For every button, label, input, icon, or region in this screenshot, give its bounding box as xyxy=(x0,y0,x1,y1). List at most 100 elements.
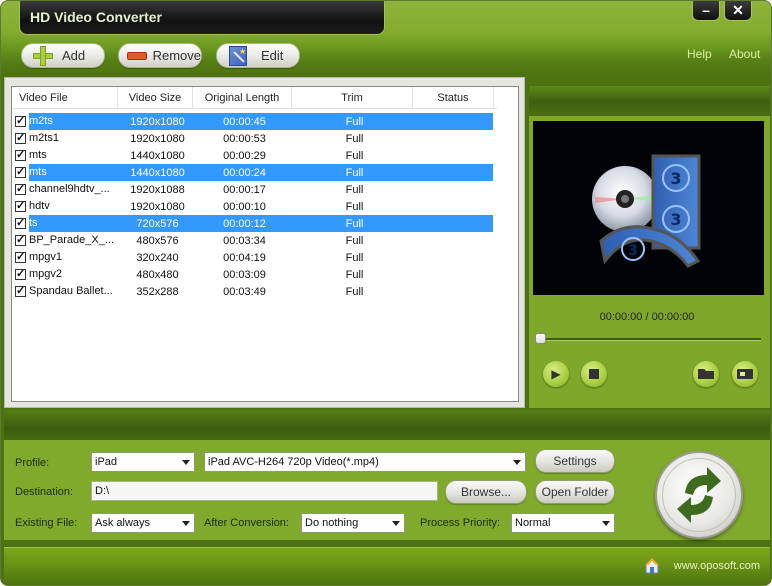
file-row[interactable]: hdtv 1920x1080 00:00:10 Full xyxy=(12,198,497,215)
camera-icon xyxy=(737,369,753,379)
row-checkbox[interactable] xyxy=(15,250,26,263)
row-checkbox[interactable] xyxy=(15,199,26,212)
video-size-cell: 352x288 xyxy=(136,285,179,298)
destination-input[interactable]: D:\ xyxy=(91,481,438,501)
profile-format-select[interactable]: iPad AVC-H264 720p Video(*.mp4) xyxy=(204,452,526,472)
convert-arrows-icon xyxy=(677,467,721,523)
file-row[interactable]: Spandau Ballet... 352x288 00:03:49 Full xyxy=(12,283,497,300)
file-row[interactable]: ts 720x576 00:00:12 Full xyxy=(12,215,497,232)
minimize-button[interactable]: – xyxy=(692,1,720,21)
video-size-cell: 480x480 xyxy=(136,268,179,281)
add-button[interactable]: Add xyxy=(21,43,105,68)
video-size-cell: 1920x1080 xyxy=(130,200,185,213)
profile-device-select[interactable]: iPad xyxy=(91,452,195,472)
trim-cell: Full xyxy=(345,234,364,247)
edit-wand-icon: ★ xyxy=(227,45,249,66)
row-checkbox[interactable] xyxy=(15,114,26,127)
browse-button[interactable]: Browse... xyxy=(445,480,527,504)
stop-button[interactable] xyxy=(581,361,607,387)
trim-cell: Full xyxy=(345,115,364,128)
video-size-cell: 320x240 xyxy=(136,251,179,264)
title-bar[interactable]: HD Video Converter xyxy=(19,1,385,35)
edit-button[interactable]: ★ Edit xyxy=(216,43,300,68)
process-priority-select[interactable]: Normal xyxy=(511,513,615,533)
close-button[interactable]: ✕ xyxy=(724,1,752,21)
column-header-video-size[interactable]: Video Size xyxy=(118,87,193,109)
original-length-cell: 00:03:49 xyxy=(223,285,266,298)
existing-file-value: Ask always xyxy=(95,517,151,529)
file-rows: m2ts 1920x1080 00:00:45 Full m2ts1 1920x1080 0… xyxy=(12,113,497,300)
row-checkbox[interactable] xyxy=(15,267,26,280)
trim-cell: Full xyxy=(345,285,364,298)
trim-cell: Full xyxy=(345,132,364,145)
process-priority-label: Process Priority: xyxy=(420,517,501,529)
chevron-down-icon xyxy=(182,521,190,526)
chevron-down-icon xyxy=(392,521,400,526)
original-length-cell: 00:00:45 xyxy=(223,115,266,128)
row-checkbox[interactable] xyxy=(15,165,26,178)
app-window: HD Video Converter – ✕ Add Remove ★ Edit… xyxy=(0,0,772,586)
play-button[interactable]: ▶ xyxy=(543,361,569,387)
section-divider xyxy=(4,410,770,440)
file-row[interactable]: m2ts 1920x1080 00:00:45 Full xyxy=(12,113,497,130)
website-link[interactable]: www.oposoft.com xyxy=(674,560,760,572)
snapshot-button[interactable] xyxy=(732,361,758,387)
plus-icon xyxy=(32,45,54,66)
original-length-cell: 00:03:09 xyxy=(223,268,266,281)
trim-cell: Full xyxy=(345,183,364,196)
about-link[interactable]: About xyxy=(729,47,760,61)
preview-header xyxy=(529,86,770,116)
file-name-cell: m2ts xyxy=(29,115,53,127)
row-checkbox[interactable] xyxy=(15,148,26,161)
file-name-cell: mpgv2 xyxy=(29,268,63,280)
trim-cell: Full xyxy=(345,217,364,230)
video-size-cell: 480x576 xyxy=(136,234,179,247)
file-row[interactable]: mpgv2 480x480 00:03:09 Full xyxy=(12,266,497,283)
file-row[interactable]: mpgv1 320x240 00:04:19 Full xyxy=(12,249,497,266)
row-checkbox[interactable] xyxy=(15,216,26,229)
trim-cell: Full xyxy=(345,251,364,264)
seek-slider[interactable] xyxy=(539,338,761,341)
file-row[interactable]: m2ts1 1920x1080 00:00:53 Full xyxy=(12,130,497,147)
column-header-trim[interactable]: Trim xyxy=(292,87,413,109)
open-folder-button[interactable]: Open Folder xyxy=(535,480,615,504)
settings-button[interactable]: Settings xyxy=(535,449,615,473)
row-checkbox[interactable] xyxy=(15,182,26,195)
original-length-cell: 00:00:24 xyxy=(223,166,266,179)
video-size-cell: 1920x1080 xyxy=(130,132,185,145)
row-checkbox[interactable] xyxy=(15,233,26,246)
file-row[interactable]: channel9hdtv_... 1920x1088 00:00:17 Full xyxy=(12,181,497,198)
play-icon: ▶ xyxy=(551,367,561,381)
row-checkbox[interactable] xyxy=(15,131,26,144)
original-length-cell: 00:00:12 xyxy=(223,217,266,230)
file-row[interactable]: BP_Parade_X_... 480x576 00:03:34 Full xyxy=(12,232,497,249)
chevron-down-icon xyxy=(602,521,610,526)
original-length-cell: 00:00:53 xyxy=(223,132,266,145)
file-row[interactable]: mts 1440x1080 00:00:24 Full xyxy=(12,164,497,181)
open-output-folder-button[interactable] xyxy=(693,361,719,387)
seek-slider-thumb[interactable] xyxy=(535,333,546,344)
file-name-cell: BP_Parade_X_... xyxy=(29,234,115,246)
video-size-cell: 1920x1080 xyxy=(130,115,185,128)
process-priority-value: Normal xyxy=(515,517,551,529)
svg-text:3: 3 xyxy=(628,243,638,259)
after-conversion-select[interactable]: Do nothing xyxy=(301,513,405,533)
row-checkbox[interactable] xyxy=(15,284,26,297)
file-name-cell: ts xyxy=(29,217,38,229)
remove-button[interactable]: Remove xyxy=(118,43,202,68)
column-header-original-length[interactable]: Original Length xyxy=(193,87,292,109)
svg-text:3: 3 xyxy=(670,169,681,188)
help-link[interactable]: Help xyxy=(687,47,712,61)
existing-file-select[interactable]: Ask always xyxy=(91,513,195,533)
file-name-cell: m2ts1 xyxy=(29,132,59,144)
column-header-status[interactable]: Status xyxy=(413,87,494,109)
column-header-video-file[interactable]: Video File xyxy=(12,87,118,109)
video-preview-screen: 3 3 3 xyxy=(533,121,764,295)
original-length-cell: 00:00:17 xyxy=(223,183,266,196)
destination-label: Destination: xyxy=(15,486,74,498)
file-list[interactable]: Video File Video Size Original Length Tr… xyxy=(11,86,519,402)
convert-button[interactable] xyxy=(655,451,743,539)
file-row[interactable]: mts 1440x1080 00:00:29 Full xyxy=(12,147,497,164)
video-size-cell: 720x576 xyxy=(136,217,179,230)
add-label: Add xyxy=(62,48,86,63)
